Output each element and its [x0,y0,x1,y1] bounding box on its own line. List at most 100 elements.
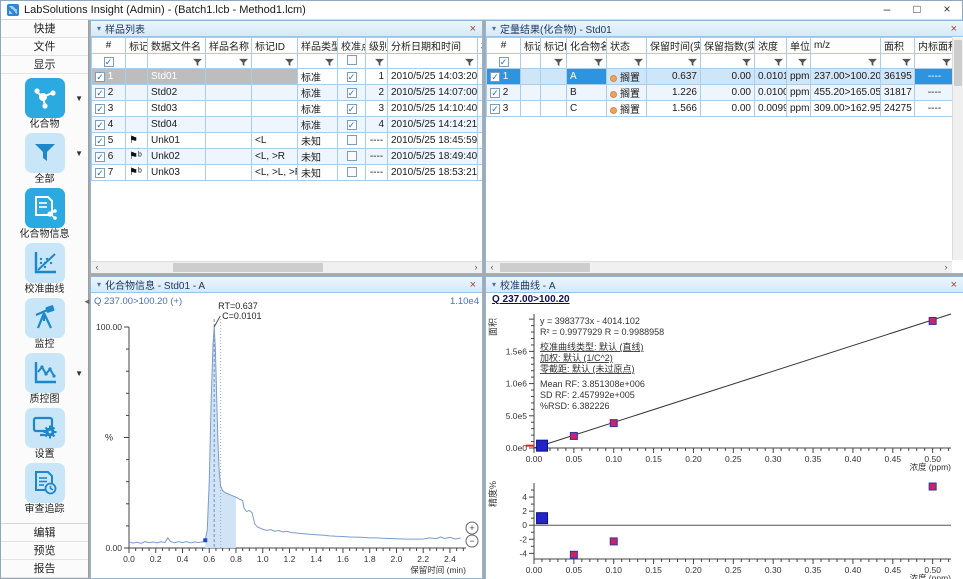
cell-level[interactable]: ---- [366,133,388,149]
checkbox[interactable] [347,55,357,65]
table-row[interactable]: ✓ 1Std01标准✓12010/5/25 14:03:2011 [92,69,483,85]
cell-name[interactable] [206,117,252,133]
column-header-mark[interactable]: 标记 [126,38,148,54]
cell-mark[interactable] [126,117,148,133]
checkbox[interactable]: ✓ [95,168,105,178]
checkbox[interactable]: ✓ [499,57,509,67]
cell-id[interactable] [252,69,298,85]
checkbox[interactable]: ✓ [490,104,500,114]
cell-file[interactable]: Unk01 [148,133,206,149]
sidebar-tool-compound-info[interactable]: 化合物信息 [1,188,88,240]
cell-name[interactable] [206,165,252,181]
checkbox[interactable]: ✓ [347,72,357,82]
cell-n[interactable]: ✓ 3 [92,101,126,117]
cell-dt[interactable]: 2010/5/25 14:03:20 [388,69,478,85]
cell-unit[interactable]: ppm [787,69,811,85]
cell-type[interactable]: 未知 [298,133,338,149]
cell-name[interactable] [206,69,252,85]
chevron-down-icon[interactable]: ▼ [75,369,83,378]
cell-vial[interactable]: 2 [478,85,483,101]
cell-mark[interactable] [126,85,148,101]
column-header-rt[interactable]: 保留时间(实测) [647,38,701,54]
checkbox[interactable]: ✓ [95,120,105,130]
quant-hscrollbar[interactable]: ‹ › [486,261,952,273]
sidebar-item-2[interactable]: 显示 [1,56,88,74]
cell-dt[interactable]: 2010/5/25 18:45:59 [388,133,478,149]
checkbox[interactable]: ✓ [95,72,105,82]
cell-level[interactable]: 4 [366,117,388,133]
cell-area[interactable]: 31817 [881,85,915,101]
scroll-right-icon[interactable]: › [940,262,952,273]
cell-mz[interactable]: 455.20>165.05 [811,85,881,101]
table-row[interactable]: ✓ 6⚑ᵇUnk02<L, >R未知----2010/5/25 18:49:40… [92,149,483,165]
cell-is_area[interactable]: ---- [915,85,953,101]
chevron-down-icon[interactable]: ▼ [75,149,83,158]
filter-cell-cal[interactable] [338,54,366,69]
cal-setting-link[interactable]: 加权: 默认 (1/C^2) [540,352,613,363]
filter-funnel-icon[interactable] [239,58,248,67]
sidebar-tool-qc-chart[interactable]: ▼质控图 [1,353,88,405]
cal-setting-link[interactable]: 零截距: 默认 (未过原点) [540,363,635,374]
sample-hscrollbar[interactable]: ‹ › [91,261,482,273]
checkbox[interactable] [347,151,357,161]
sidebar-footer-item-0[interactable]: 编辑 [1,524,88,542]
column-header-mark[interactable]: 标记 [521,38,541,54]
cell-id[interactable] [252,117,298,133]
filter-funnel-icon[interactable] [193,58,202,67]
filter-cell-level[interactable] [366,54,388,69]
cal-point[interactable] [610,420,617,427]
cell-id[interactable]: <L [252,133,298,149]
cell-area[interactable]: 24275 [881,101,915,117]
cell-unit[interactable]: ppm [787,85,811,101]
collapse-icon[interactable]: ▾ [492,24,496,33]
cell-id[interactable]: <L, >L, >R [252,165,298,181]
cell-ri[interactable]: 0.00 [701,69,755,85]
column-header-file[interactable]: 数据文件名 [148,38,206,54]
filter-funnel-icon[interactable] [742,58,751,67]
column-header-n[interactable]: # [92,38,126,54]
filter-funnel-icon[interactable] [634,58,643,67]
cell-name[interactable] [206,149,252,165]
cell-status[interactable]: 搁置 [607,85,647,101]
cell-type[interactable]: 标准 [298,69,338,85]
column-header-conc[interactable]: 浓度 [755,38,787,54]
filter-funnel-icon[interactable] [554,58,563,67]
checkbox[interactable]: ✓ [347,104,357,114]
cell-n[interactable]: ✓ 3 [487,101,521,117]
cell-status[interactable]: 搁置 [607,69,647,85]
column-header-name[interactable]: 样品名称 [206,38,252,54]
checkbox[interactable]: ✓ [95,88,105,98]
table-row[interactable]: ✓ 7⚑ᵇUnk03<L, >L, >R未知----2010/5/25 18:5… [92,165,483,181]
chevron-down-icon[interactable]: ▼ [75,94,83,103]
sidebar-tool-telescope[interactable]: 监控 [1,298,88,350]
sidebar-item-0[interactable]: 快捷 [1,20,88,38]
cell-unit[interactable]: ppm [787,101,811,117]
cell-vial[interactable]: 7 [478,165,483,181]
column-header-area[interactable]: 面积 [881,38,915,54]
column-header-ri[interactable]: 保留指数(实测) [701,38,755,54]
column-header-id[interactable]: 标记ID [252,38,298,54]
column-header-status[interactable]: 状态 [607,38,647,54]
close-button[interactable]: × [932,1,962,19]
cell-name[interactable]: C [567,101,607,117]
cell-file[interactable]: Std03 [148,101,206,117]
cell-n[interactable]: ✓ 5 [92,133,126,149]
cell-type[interactable]: 未知 [298,149,338,165]
column-header-type[interactable]: 样品类型 [298,38,338,54]
table-row[interactable]: ✓ 2Std02标准✓22010/5/25 14:07:0021 [92,85,483,101]
cell-conc[interactable]: 0.0099 [755,101,787,117]
cell-mark[interactable]: ⚑ᵇ [126,149,148,165]
table-row[interactable]: ✓ 3Std03标准✓32010/5/25 14:10:4031 [92,101,483,117]
filter-funnel-icon[interactable] [798,58,807,67]
residuals-plot[interactable]: -4-20240.000.050.100.150.200.250.300.350… [486,477,963,579]
cell-dt[interactable]: 2010/5/25 14:10:40 [388,101,478,117]
cell-vial[interactable]: 6 [478,149,483,165]
panel-close-icon[interactable]: × [951,278,957,292]
cell-id[interactable]: <L, >R [252,149,298,165]
cell-name[interactable] [206,85,252,101]
table-row[interactable]: ✓ 1A搁置0.6370.000.0101ppm237.00>100.20361… [487,69,953,85]
cell-n[interactable]: ✓ 1 [92,69,126,85]
residual-point[interactable] [610,538,617,545]
chromatogram-plot[interactable]: Q 237.00>100.20 (+)1.10e4100.000.00%0.00… [91,293,482,578]
filter-cell-type[interactable] [298,54,338,69]
